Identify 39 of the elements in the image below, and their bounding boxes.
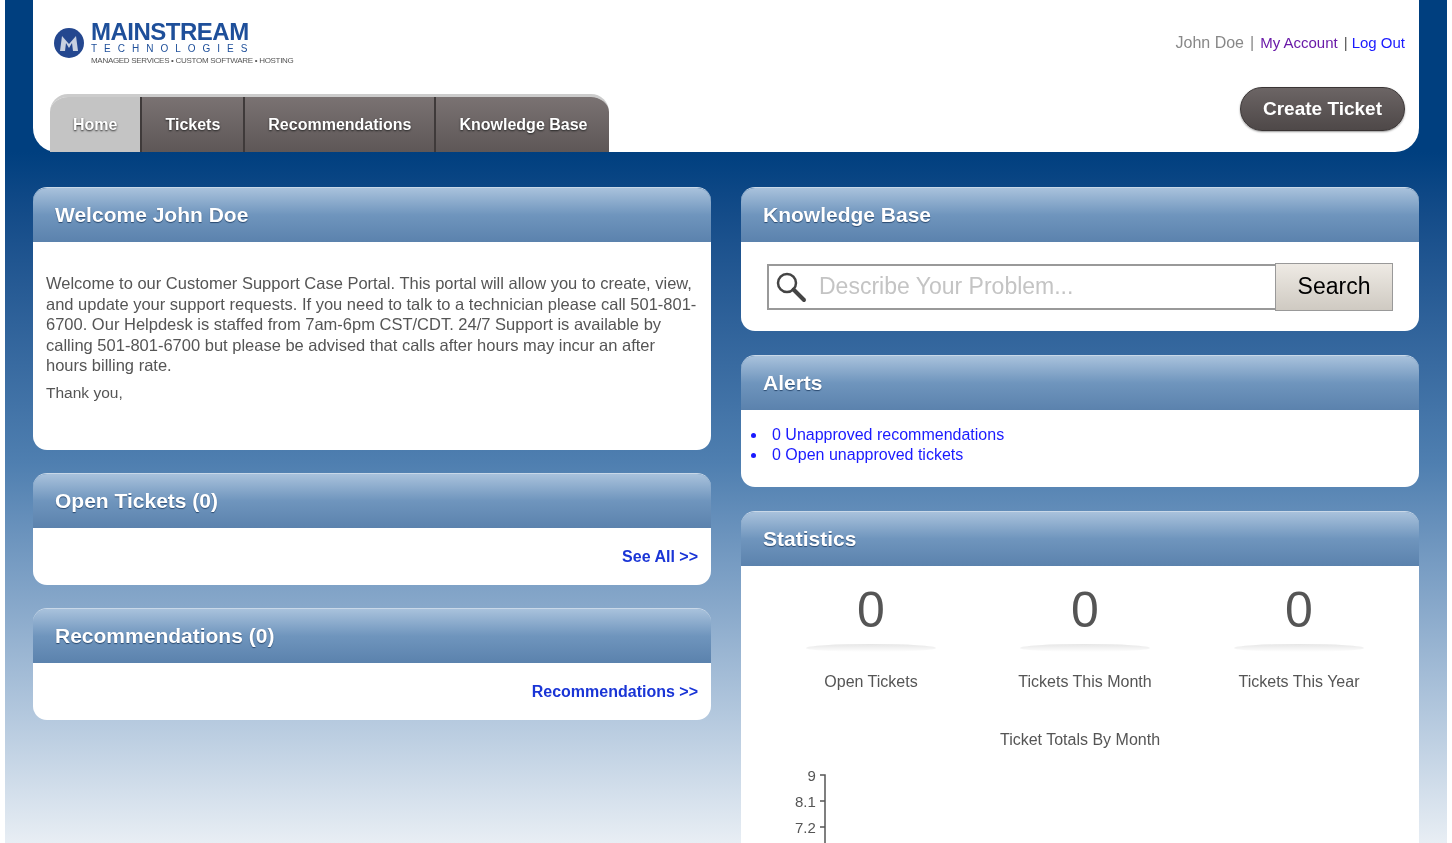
stat-label: Tickets This Month — [1018, 672, 1152, 692]
chart-axis — [819, 774, 826, 843]
nav-tab[interactable]: Knowledge Base — [434, 97, 610, 152]
stat-value: 0 — [1285, 582, 1313, 638]
stat-value: 0 — [857, 582, 885, 638]
axis-tick-label: 7.2 — [795, 820, 817, 838]
recommendations-link[interactable]: Recommendations >> — [531, 679, 698, 704]
logo-icon — [53, 26, 85, 59]
logo-name: MAINSTREAM — [91, 20, 250, 44]
panel-title: Statistics — [763, 526, 857, 553]
search-field[interactable]: Describe Your Problem... — [767, 263, 1275, 310]
bullet-icon — [751, 432, 756, 438]
separator: | — [1343, 32, 1348, 53]
panel-title: Welcome John Doe — [55, 202, 249, 229]
axis-tick-label: 9 — [807, 768, 817, 786]
stat-label: Tickets This Year — [1238, 672, 1360, 692]
nav-tab[interactable]: Tickets — [140, 97, 244, 152]
logo-subtitle: TECHNOLOGIES — [91, 44, 256, 54]
account-link[interactable]: Log Out — [1351, 31, 1405, 55]
create-ticket-button[interactable]: Create Ticket — [1240, 87, 1405, 131]
bullet-icon — [751, 452, 756, 458]
search-button[interactable]: Search — [1275, 262, 1393, 311]
stat-value: 0 — [1071, 582, 1099, 638]
stat-label: Open Tickets — [824, 672, 918, 692]
panel-title: Knowledge Base — [763, 202, 932, 229]
user-name: John Doe — [1175, 33, 1244, 53]
chart-title: Ticket Totals By Month — [999, 730, 1161, 750]
panel-title: Open Tickets (0) — [55, 488, 218, 515]
welcome-text: Welcome to our Customer Support Case Portal. This portal will allow you to create, view, and update your support requests. If you need to talk to a technician please call 501-801-6700. Our Helpdesk is staffed from 7am-6pm CST/CDT. 24/7 Support is available by calling 501-801-6700 but please be advised that calls after hours may incur an after hours billing rate. — [46, 273, 698, 376]
account-link[interactable]: My Account — [1260, 31, 1338, 55]
axis-tick-label: 8.1 — [795, 794, 817, 812]
see-all-link[interactable]: See All >> — [622, 544, 698, 569]
closing-text: Thank you, — [46, 382, 124, 403]
search-icon — [775, 270, 807, 303]
panel-title: Alerts — [763, 370, 823, 397]
separator: | — [1250, 33, 1255, 53]
logo-tagline: MANAGED SERVICES • CUSTOM SOFTWARE • HOSTING — [91, 57, 294, 65]
panel-title: Recommendations (0) — [55, 623, 275, 650]
nav-tab[interactable]: Recommendations — [243, 97, 435, 152]
